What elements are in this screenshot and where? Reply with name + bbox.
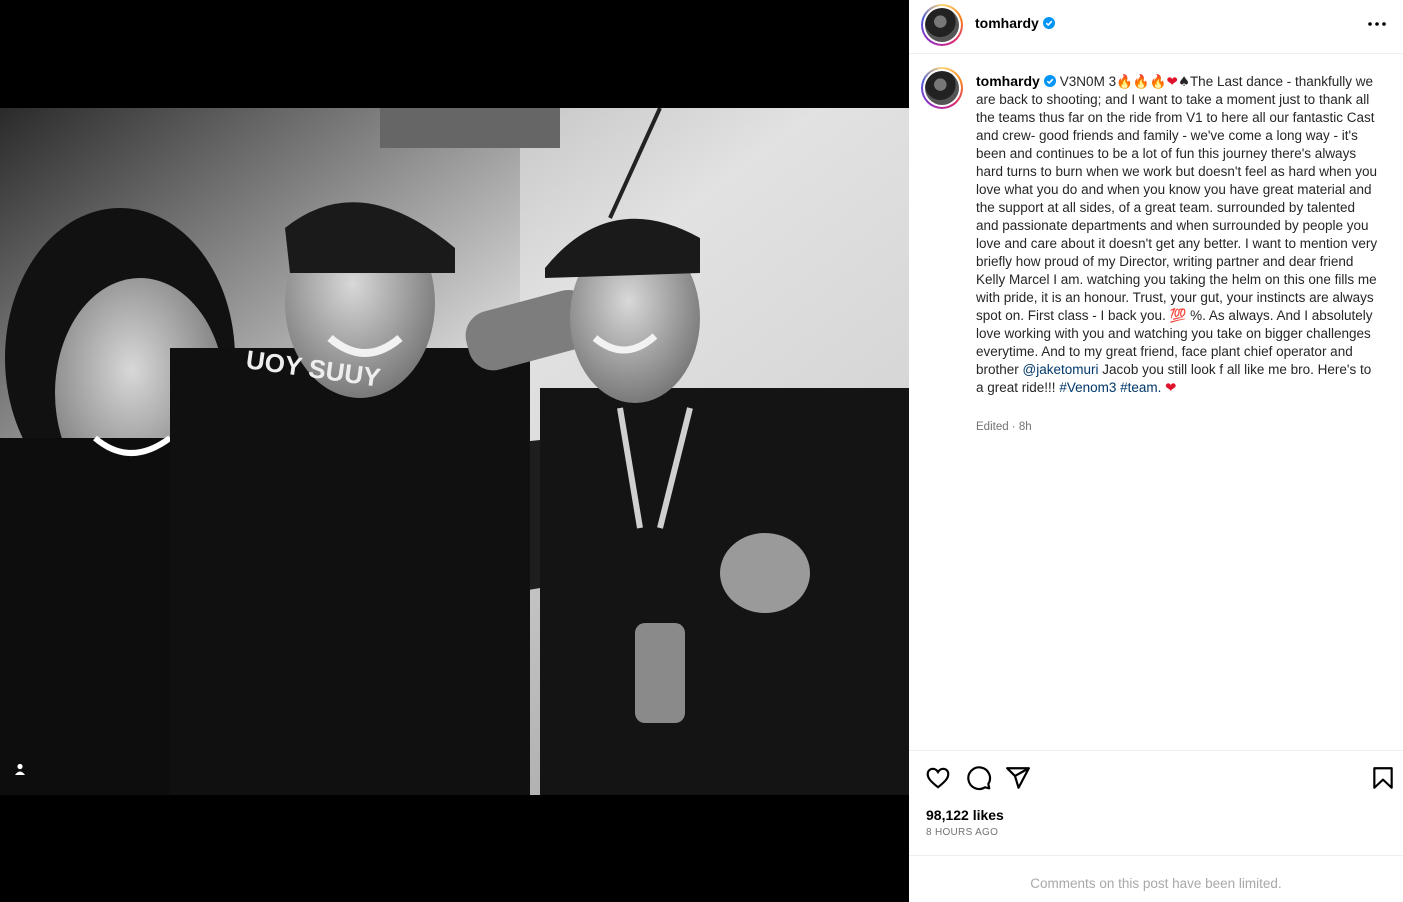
spade-emoji: ♠ [1177,74,1190,90]
header-verified-icon [1039,15,1055,33]
photo-illustration: UOY SUUY [0,108,909,795]
post-media-pane: UOY SUUY [0,0,909,902]
avatar[interactable] [921,4,963,46]
post-header: tomhardy [909,0,1403,54]
edited-timestamp: Edited · 8h [976,421,1032,433]
user-tag-icon[interactable] [12,761,28,777]
hundred-emoji: 💯 [1169,308,1187,324]
post-photo[interactable]: UOY SUUY [0,108,909,795]
post-time[interactable]: 8 HOURS AGO [926,827,998,838]
comments-limited-notice: Comments on this post have been limited. [909,855,1403,902]
caption-body-1: The Last dance - thankfully we are back … [976,74,1378,323]
share-icon[interactable] [1005,765,1031,791]
header-username[interactable]: tomhardy [975,15,1039,31]
post-side-panel: tomhardy tomhardy V3N0M 3🔥🔥🔥❤♠The Last da… [909,0,1403,902]
caption-text: tomhardy V3N0M 3🔥🔥🔥❤♠The Last dance - tha… [976,72,1381,397]
comment-icon[interactable] [966,765,992,791]
mention-link[interactable]: @jaketomuri [1023,362,1099,377]
caption-title: V3N0M 3 [1059,74,1117,89]
caption-username[interactable]: tomhardy [976,73,1040,89]
action-bar: 98,122 likes 8 HOURS AGO [909,750,1403,855]
bookmark-icon[interactable] [1370,765,1396,791]
end-heart-emoji: ❤ [1165,380,1177,396]
heart-emoji: ❤ [1166,74,1178,90]
caption-section: tomhardy V3N0M 3🔥🔥🔥❤♠The Last dance - tha… [909,55,1403,750]
caption-verified-icon [1043,74,1060,89]
hashtag-team[interactable]: #team. [1120,380,1161,395]
heart-icon[interactable] [925,765,951,791]
caption-avatar[interactable] [921,67,963,109]
hashtag-venom3[interactable]: #Venom3 [1059,380,1116,395]
like-count[interactable]: 98,122 likes [926,807,1004,823]
more-options-icon[interactable] [1365,12,1389,36]
fire-emoji: 🔥🔥🔥 [1116,74,1167,90]
